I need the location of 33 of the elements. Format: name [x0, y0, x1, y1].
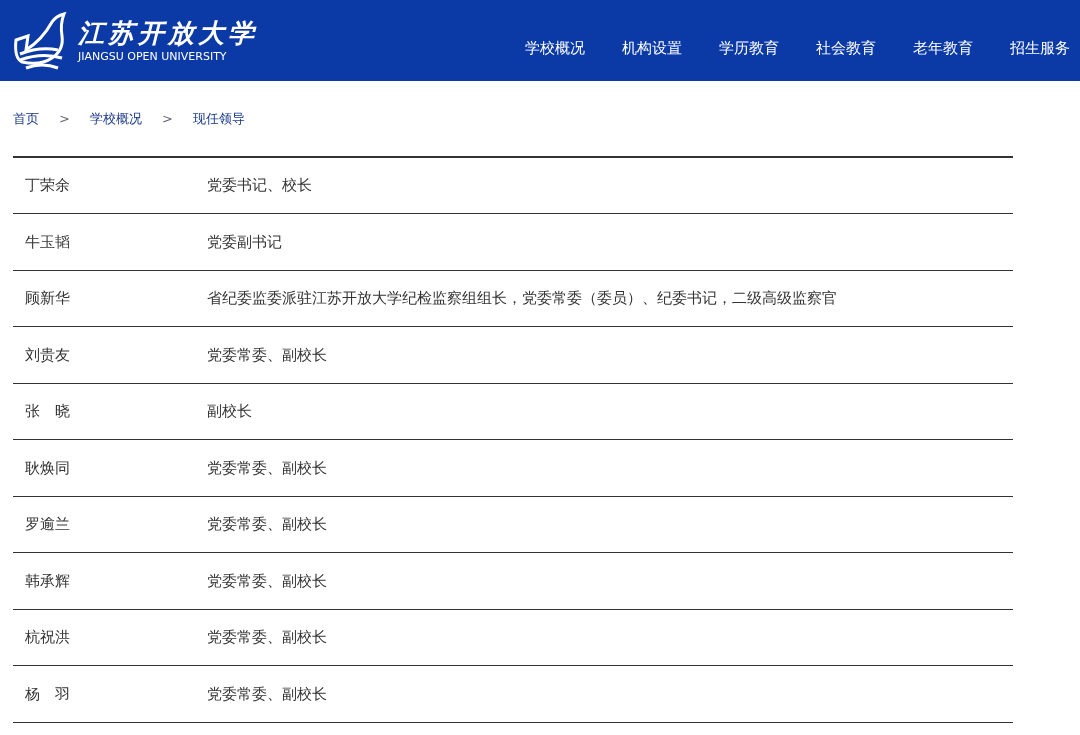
breadcrumb-separator: >	[161, 110, 173, 128]
leader-name: 牛玉韬	[24, 231, 71, 253]
nav-link[interactable]: 社会教育	[816, 37, 876, 60]
logo-chinese-name: 江苏开放大学	[78, 19, 258, 46]
leader-name: 罗逾兰	[24, 514, 71, 535]
breadcrumb-link[interactable]: 学校概况	[89, 109, 142, 129]
breadcrumb-separator: >	[59, 110, 70, 128]
leader-position: 党委书记、校长	[207, 175, 312, 196]
nav-link[interactable]: 学历教育	[719, 37, 779, 60]
breadcrumb-link[interactable]: 首页	[13, 109, 39, 129]
leader-position: 党委常委、副校长	[207, 627, 327, 648]
nav-link[interactable]: 学校概况	[525, 37, 585, 60]
leader-position: 党委常委、副校长	[207, 344, 327, 366]
leader-position: 党委副书记	[207, 231, 282, 253]
leader-position: 省纪委监委派驻江苏开放大学纪检监察组组长，党委常委（委员）、纪委书记，二级高级监察官	[207, 288, 837, 309]
leader-position: 党委常委、副校长	[207, 457, 327, 479]
nav-link[interactable]: 机构设置	[622, 37, 682, 60]
breadcrumb-link[interactable]: 现任领导	[192, 109, 245, 129]
leader-name: 刘贵友	[24, 344, 71, 366]
leader-position: 党委常委、副校长	[207, 570, 327, 592]
leader-position: 党委常委、副校长	[207, 514, 327, 535]
leader-position: 副校长	[207, 401, 252, 422]
leader-position: 党委常委、副校长	[207, 683, 327, 705]
leader-name: 杨 羽	[24, 683, 71, 705]
leader-name: 张 晓	[24, 401, 71, 422]
leader-name: 杭祝洪	[24, 627, 71, 648]
nav-link[interactable]: 招生服务	[1010, 37, 1070, 60]
leader-name: 耿焕同	[24, 457, 71, 479]
nav-link[interactable]: 老年教育	[913, 37, 973, 60]
logo-english-name: JIANGSU OPEN UNIVERSITY	[78, 50, 228, 62]
leader-name: 顾新华	[24, 288, 71, 309]
leader-name: 韩承辉	[24, 570, 71, 592]
leader-name: 丁荣余	[24, 175, 71, 196]
